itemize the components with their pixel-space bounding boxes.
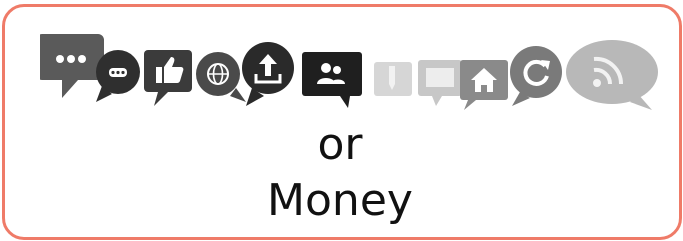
- social-icons-banner: [40, 34, 658, 110]
- caption-line-money: Money: [267, 175, 413, 226]
- upload-icon: [242, 42, 294, 106]
- home-icon: [460, 60, 508, 110]
- caption-line-or: or: [317, 119, 363, 170]
- users-icon: [302, 52, 362, 108]
- envelope-icon: [418, 60, 462, 106]
- rss-icon: [566, 40, 658, 110]
- thumbs-up-icon: [144, 50, 192, 106]
- chat-bubble-icon: [40, 34, 104, 98]
- ellipsis-bubble-icon: [96, 50, 140, 102]
- pencil-icon: [374, 62, 412, 96]
- refresh-icon: [510, 46, 562, 106]
- globe-icon: [196, 52, 246, 102]
